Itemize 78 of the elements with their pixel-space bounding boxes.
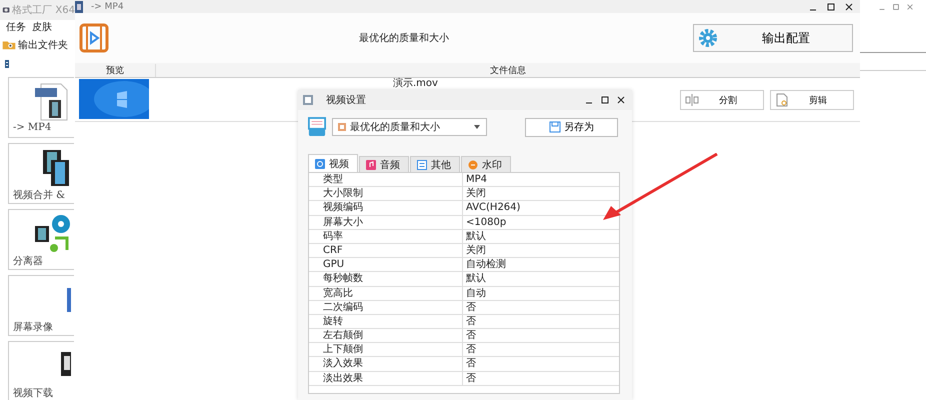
sidebar-item[interactable]: 屏幕录像	[8, 275, 74, 336]
list-icon	[417, 160, 427, 170]
property-value: 关闭	[465, 187, 486, 200]
file-name: 演示.mov	[393, 78, 438, 90]
settings-icon	[698, 28, 718, 48]
property-value: 否	[465, 357, 476, 371]
property-name: CRF	[309, 244, 463, 258]
split-icon	[685, 93, 699, 107]
property-name: 旋转	[309, 314, 463, 328]
property-value: 默认	[465, 272, 486, 286]
toolbar-button[interactable]: 分割	[680, 90, 764, 110]
maximize-icon[interactable]	[826, 2, 836, 12]
property-name: 每秒帧数	[309, 272, 463, 286]
maximize-icon[interactable]	[600, 95, 610, 105]
property-value: AVC(H264)	[465, 201, 520, 215]
output-folder-button[interactable]: 输出文件夹	[18, 38, 68, 52]
window-title: 格式工厂 X64	[12, 4, 75, 17]
property-name: 淡入效果	[309, 357, 463, 371]
property-value: 关闭	[465, 244, 486, 258]
property-value: 否	[465, 314, 476, 328]
preset-icon	[308, 116, 326, 138]
list-icon	[5, 60, 9, 68]
app-icon	[2, 5, 10, 15]
tab[interactable]: 音频	[359, 156, 409, 172]
output-settings-button[interactable]: 输出配置	[693, 24, 853, 52]
property-name: 大小限制	[309, 187, 463, 200]
watermark-icon	[468, 160, 478, 170]
property-value: 否	[465, 372, 476, 385]
property-name: 上下颠倒	[309, 343, 463, 356]
save-icon	[549, 121, 561, 133]
tab[interactable]: 视频	[308, 154, 358, 172]
menu-item[interactable]: 皮肤	[32, 20, 52, 34]
close-icon[interactable]	[616, 95, 626, 105]
save-as-button[interactable]: 另存为	[525, 118, 618, 136]
close-icon[interactable]	[844, 2, 854, 12]
sidebar-label: 分离器	[12, 254, 44, 268]
video-icon	[315, 158, 325, 168]
sidebar-item[interactable]: 视频下载	[8, 341, 74, 400]
screen-icon	[67, 288, 71, 312]
music-icon	[366, 160, 376, 170]
property-value: <1080p	[465, 216, 506, 229]
window-title: -> MP4	[91, 2, 124, 12]
tab[interactable]: 其他	[410, 156, 460, 172]
property-value: 默认	[465, 230, 486, 243]
dialog-icon	[302, 94, 314, 106]
sidebar-item[interactable]: 分离器	[8, 209, 74, 270]
dialog-title: 视频设置	[326, 94, 366, 107]
property-name: 淡出效果	[309, 372, 463, 385]
sidebar-label: 屏幕录像	[12, 320, 54, 334]
film-play-icon	[79, 23, 109, 53]
sidebar-label: 视频合并 &	[12, 188, 66, 202]
profile-name: 最优化的质量和大小	[359, 32, 449, 45]
sidebar-label: -> MP4	[12, 122, 52, 133]
property-name: GPU	[309, 258, 463, 272]
tab[interactable]: 水印	[461, 156, 511, 172]
sidebar-item[interactable]: 视频合并 &	[8, 143, 74, 204]
property-name: 视频编码	[309, 201, 463, 215]
preset-dropdown[interactable]: 最优化的质量和大小	[332, 118, 487, 136]
caret-icon	[474, 125, 480, 129]
property-name: 左右颠倒	[309, 329, 463, 342]
property-value: 自动检测	[465, 258, 506, 272]
property-name: 宽高比	[309, 286, 463, 300]
property-value: 否	[465, 300, 476, 314]
property-name: 码率	[309, 230, 463, 243]
sidebar-label: 视频下载	[12, 386, 54, 400]
property-value: MP4	[465, 173, 488, 186]
column-header: 文件信息	[489, 64, 527, 76]
menu-item[interactable]: 任务	[6, 20, 26, 34]
property-name: 二次编码	[309, 300, 463, 314]
sidebar-item[interactable]: -> MP4	[8, 77, 74, 138]
property-name: 屏幕大小	[309, 216, 463, 229]
window-icon	[75, 0, 83, 12]
column-header: 预览	[75, 64, 156, 76]
property-value: 否	[465, 329, 476, 342]
property-name: 类型	[309, 173, 463, 186]
property-value: 自动	[465, 286, 486, 300]
toolbar-button[interactable]: 剪辑	[770, 90, 854, 110]
property-value: 否	[465, 343, 476, 356]
